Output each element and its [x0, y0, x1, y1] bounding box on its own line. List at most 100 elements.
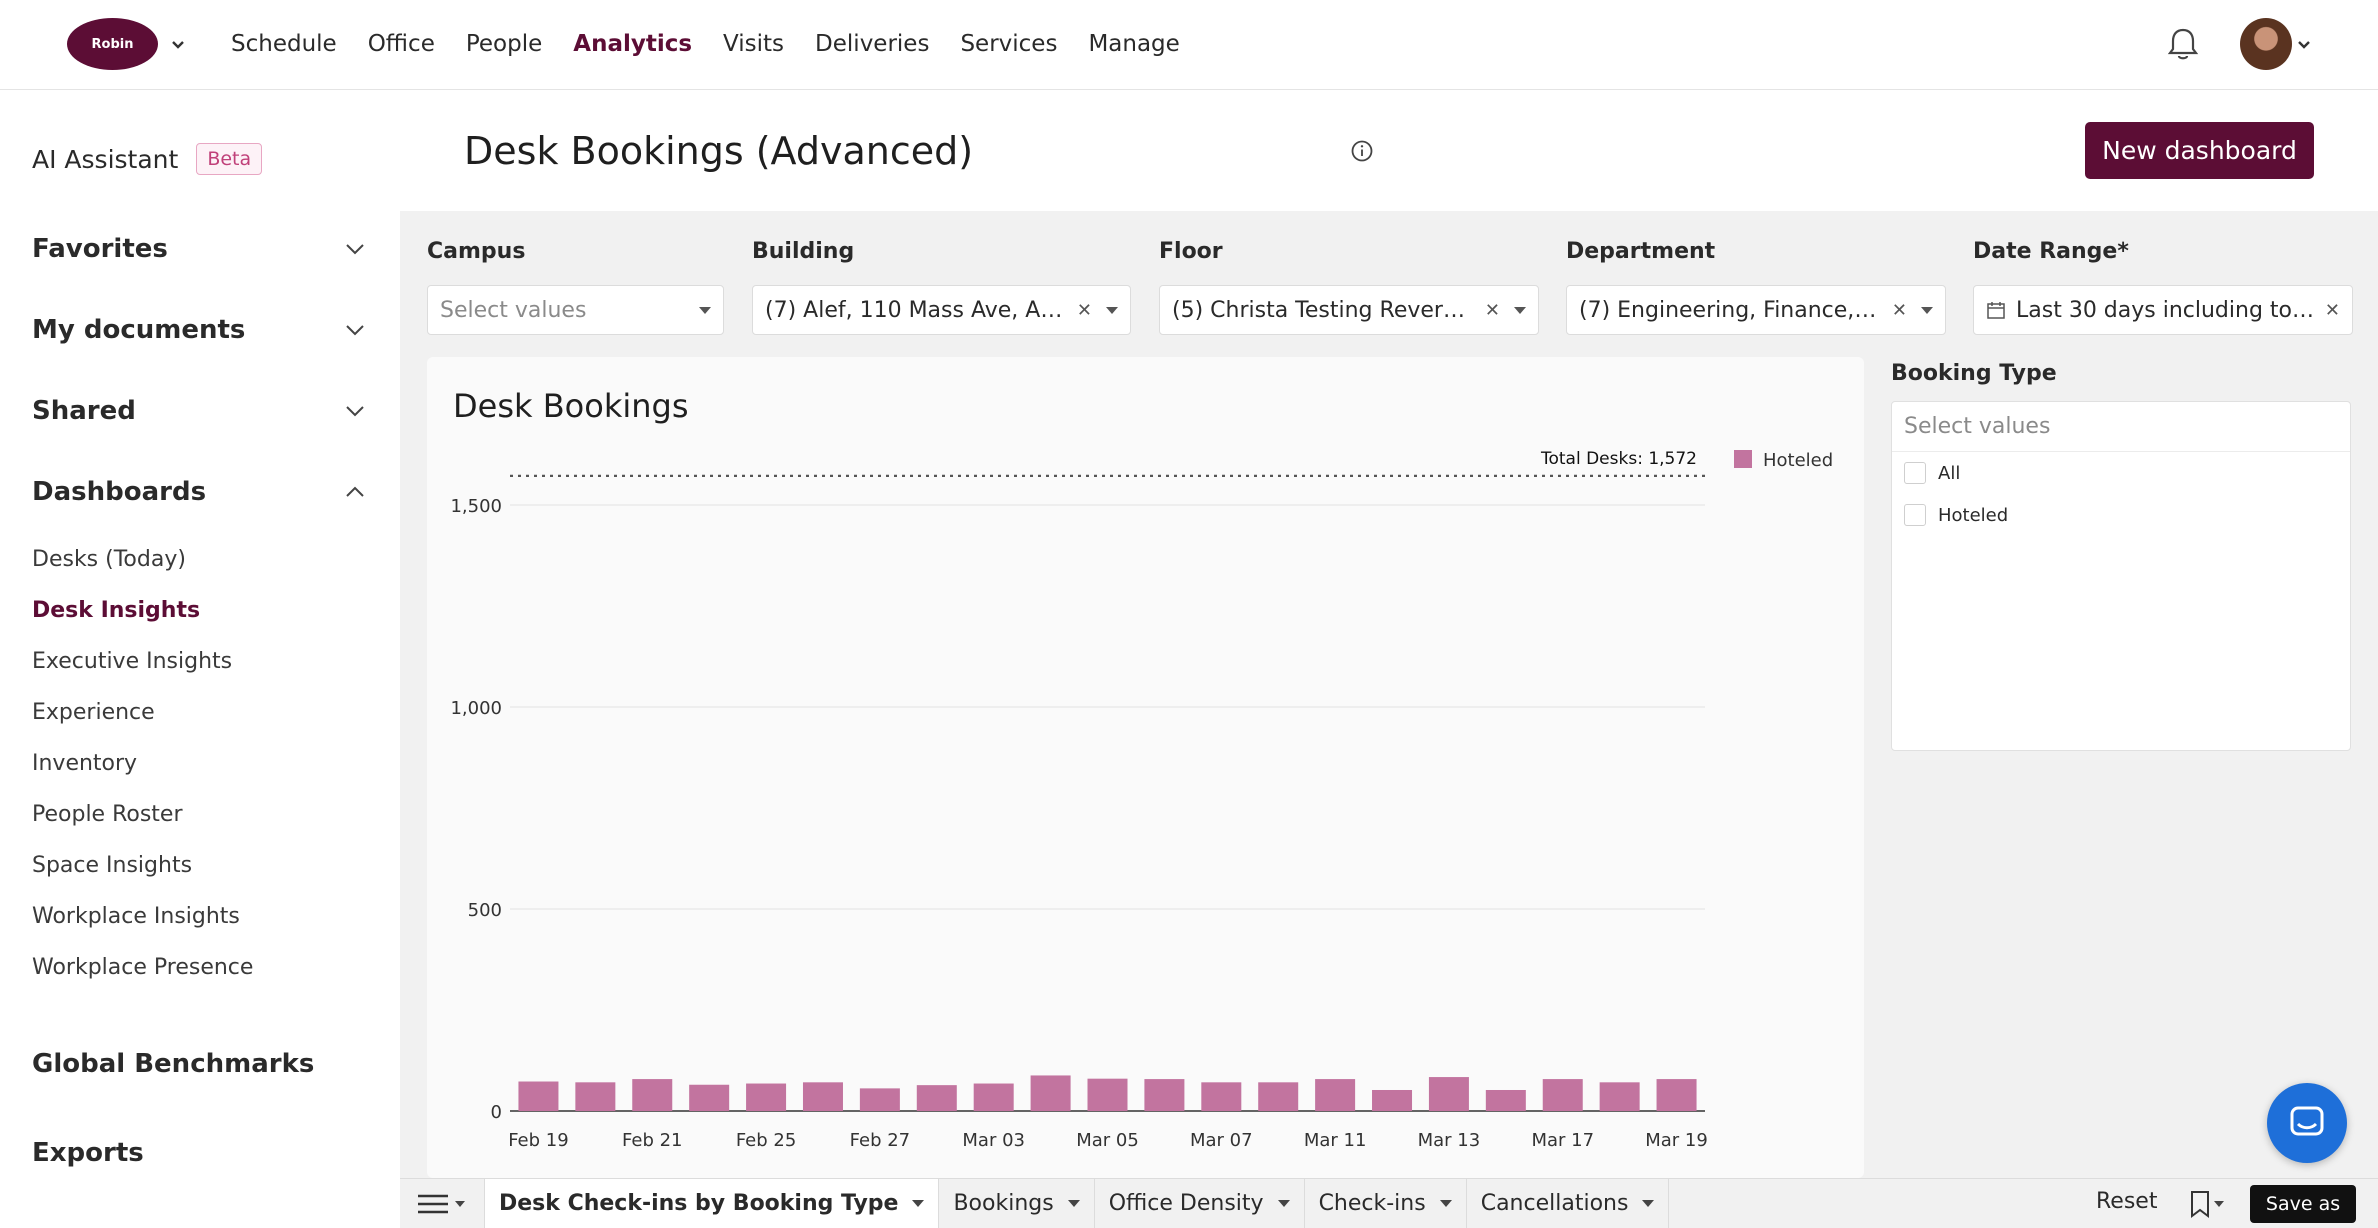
ai-assistant-label[interactable]: AI Assistant	[32, 145, 178, 174]
legend-label-hoteled[interactable]: Hoteled	[1763, 450, 1833, 471]
reset-button[interactable]: Reset	[2096, 1189, 2157, 1214]
bar-feb-26[interactable]	[802, 1082, 843, 1111]
nav-link-manage[interactable]: Manage	[1088, 28, 1179, 60]
booking-type-filter: Select values All Hoteled	[1891, 401, 2351, 751]
filter-floor: Floor (5) Christa Testing Reverse ... ✕	[1159, 239, 1539, 335]
sidebar-section-dashboards[interactable]: Dashboards	[32, 477, 368, 507]
section-label: Global Benchmarks	[32, 1049, 315, 1079]
filter-label: Floor	[1159, 239, 1223, 264]
y-tick-label: 1,500	[450, 496, 502, 517]
dashboard-item-inventory[interactable]: Inventory	[32, 751, 137, 776]
building-select[interactable]: (7) Alef, 110 Mass Ave, Aust... ✕	[752, 285, 1131, 335]
floor-select[interactable]: (5) Christa Testing Reverse ... ✕	[1159, 285, 1539, 335]
tab-label: Check-ins	[1318, 1191, 1426, 1216]
caret-down-icon	[455, 1200, 465, 1207]
bar-mar-04[interactable]	[1030, 1075, 1071, 1111]
clear-icon[interactable]: ✕	[1077, 300, 1092, 321]
tab-cancellations[interactable]: Cancellations	[1465, 1178, 1670, 1228]
robin-logo[interactable]: Robin	[67, 18, 158, 70]
bar-mar-07[interactable]	[1201, 1082, 1242, 1111]
bar-feb-27[interactable]	[859, 1088, 900, 1111]
nav-links: Schedule Office People Analytics Visits Deliv…	[231, 28, 1211, 60]
tab-label: Office Density	[1108, 1191, 1264, 1216]
bar-mar-14[interactable]	[1485, 1089, 1526, 1111]
bar-mar-19[interactable]	[1656, 1079, 1697, 1111]
dashboard-item-executive-insights[interactable]: Executive Insights	[32, 649, 232, 674]
bar-mar-17[interactable]	[1542, 1079, 1583, 1111]
nav-link-analytics[interactable]: Analytics	[573, 28, 692, 60]
department-select[interactable]: (7) Engineering, Finance, IT... ✕	[1566, 285, 1946, 335]
dashboard-item-desks-today[interactable]: Desks (Today)	[32, 547, 186, 572]
checkbox[interactable]	[1904, 462, 1926, 484]
x-tick-label: Mar 19	[1645, 1130, 1708, 1151]
nav-link-people[interactable]: People	[466, 28, 542, 60]
dashboard-body: Campus Select values Building (7) Alef, …	[400, 211, 2378, 1178]
caret-down-icon	[1106, 306, 1118, 314]
dashboard-item-workplace-presence[interactable]: Workplace Presence	[32, 955, 253, 980]
sidebar-exports[interactable]: Exports	[32, 1138, 368, 1168]
info-icon[interactable]	[1350, 139, 1374, 163]
bar-feb-20[interactable]	[575, 1082, 616, 1111]
date-range-select[interactable]: Last 30 days including tod... ✕	[1973, 285, 2353, 335]
total-desks-annotation: Total Desks: 1,572	[1540, 449, 1697, 469]
tab-label: Bookings	[953, 1191, 1054, 1216]
x-tick-label: Mar 07	[1190, 1130, 1253, 1151]
bar-feb-19[interactable]	[518, 1081, 559, 1111]
dashboard-item-workplace-insights[interactable]: Workplace Insights	[32, 904, 240, 929]
save-as-button[interactable]: Save as	[2250, 1185, 2356, 1223]
tab-office-density[interactable]: Office Density	[1093, 1178, 1304, 1228]
tab-desk-check-ins-by-booking-type[interactable]: Desk Check-ins by Booking Type	[484, 1178, 939, 1228]
ai-assistant-row[interactable]: AI Assistant Beta	[32, 143, 263, 175]
nav-link-office[interactable]: Office	[368, 28, 435, 60]
booking-type-option-hoteled[interactable]: Hoteled	[1892, 494, 2350, 536]
logo-text: Robin	[91, 36, 134, 52]
hamburger-menu-icon	[418, 1194, 448, 1213]
booking-type-search[interactable]: Select values	[1892, 402, 2350, 452]
nav-link-schedule[interactable]: Schedule	[231, 28, 337, 60]
chevron-down-icon[interactable]	[2294, 34, 2314, 54]
bar-mar-18[interactable]	[1599, 1082, 1640, 1111]
bar-feb-21[interactable]	[632, 1079, 673, 1111]
bar-feb-24[interactable]	[689, 1084, 730, 1111]
sidebar-section-favorites[interactable]: Favorites	[32, 234, 368, 264]
top-navigation: Robin Schedule Office People Analytics Visit…	[0, 0, 2378, 90]
bar-mar-03[interactable]	[973, 1083, 1014, 1111]
tab-check-ins[interactable]: Check-ins	[1303, 1178, 1466, 1228]
dashboard-item-space-insights[interactable]: Space Insights	[32, 853, 192, 878]
bar-mar-05[interactable]	[1087, 1078, 1128, 1111]
nav-link-services[interactable]: Services	[960, 28, 1057, 60]
nav-link-deliveries[interactable]: Deliveries	[815, 28, 929, 60]
user-avatar[interactable]	[2240, 18, 2292, 70]
bell-icon[interactable]	[2166, 26, 2200, 62]
clear-icon[interactable]: ✕	[1892, 300, 1907, 321]
sidebar-section-shared[interactable]: Shared	[32, 396, 368, 426]
bookmark-icon[interactable]	[2186, 1189, 2226, 1219]
dashboard-item-desk-insights[interactable]: Desk Insights	[32, 598, 200, 623]
y-tick-label: 500	[468, 900, 502, 921]
bar-feb-25[interactable]	[746, 1083, 787, 1111]
new-dashboard-button[interactable]: New dashboard	[2085, 122, 2314, 179]
campus-select[interactable]: Select values	[427, 285, 724, 335]
bar-feb-28[interactable]	[916, 1085, 957, 1111]
dashboard-item-experience[interactable]: Experience	[32, 700, 155, 725]
desk-bookings-chart: Desk Bookings 0 500 1,000 1,500 Total Desks:…	[427, 357, 1864, 1178]
nav-link-visits[interactable]: Visits	[723, 28, 784, 60]
tab-bookings[interactable]: Bookings	[938, 1178, 1093, 1228]
bar-mar-12[interactable]	[1372, 1089, 1413, 1111]
sidebar-global-benchmarks[interactable]: Global Benchmarks	[32, 1049, 368, 1079]
bar-mar-06[interactable]	[1144, 1079, 1185, 1111]
dashboard-item-people-roster[interactable]: People Roster	[32, 802, 183, 827]
booking-type-option-all[interactable]: All	[1892, 452, 2350, 494]
bar-mar-13[interactable]	[1428, 1077, 1469, 1111]
clear-icon[interactable]: ✕	[2325, 300, 2340, 321]
bar-mar-11[interactable]	[1315, 1079, 1356, 1111]
chevron-down-icon[interactable]	[168, 34, 188, 54]
tabs-menu-button[interactable]	[400, 1179, 484, 1228]
chat-support-button[interactable]	[2267, 1083, 2347, 1163]
section-label: Dashboards	[32, 477, 207, 507]
filter-building: Building (7) Alef, 110 Mass Ave, Aust...…	[752, 239, 1131, 335]
clear-icon[interactable]: ✕	[1485, 300, 1500, 321]
sidebar-section-my-documents[interactable]: My documents	[32, 315, 368, 345]
bar-mar-10[interactable]	[1258, 1082, 1299, 1111]
checkbox[interactable]	[1904, 504, 1926, 526]
